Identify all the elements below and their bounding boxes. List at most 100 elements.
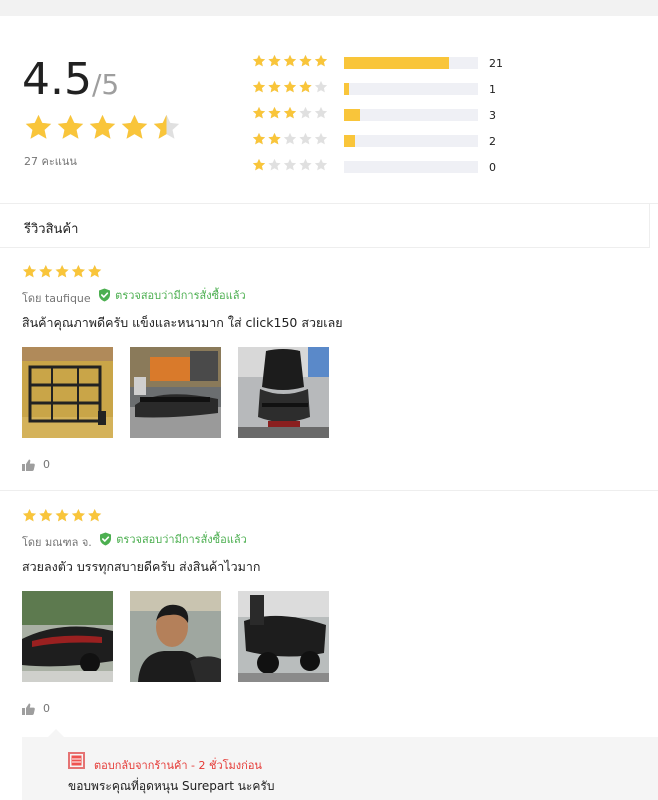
row-stars — [252, 158, 328, 171]
star-icon — [268, 106, 281, 119]
distribution-bar-fill — [344, 57, 449, 69]
star-icon — [121, 114, 148, 139]
verified-label: ตรวจสอบว่ามีการสั่งซื้อแล้ว — [116, 533, 247, 546]
reply-text: ขอบพระคุณที่อุดหนุน Surepart นะครับ — [68, 779, 275, 793]
reply-notch — [48, 729, 64, 737]
average-score: 4.5/5 — [22, 56, 119, 113]
star-icon — [89, 114, 116, 139]
star-icon — [314, 106, 328, 119]
seller-reply: ตอบกลับจากร้านค้า - 2 ชั่วโมงก่อน ขอบพระ… — [22, 729, 658, 800]
star-icon — [252, 158, 266, 171]
star-icon — [299, 132, 312, 145]
row-stars — [252, 80, 328, 93]
distribution-bar — [344, 83, 478, 95]
review-image-motorbike-side[interactable] — [22, 591, 113, 682]
distribution-row-3[interactable]: 3 — [252, 106, 512, 132]
thumbs-up-icon — [22, 459, 35, 471]
ratings-reviews-card: 4.5/5 27 คะแนน 21 1 3 2 0 รีวิวสินค้า โด… — [0, 16, 658, 800]
verified-purchase: ตรวจสอบว่ามีการสั่งซื้อแล้ว — [98, 286, 246, 304]
distribution-row-4[interactable]: 1 — [252, 80, 512, 106]
star-icon — [314, 158, 328, 171]
distribution-bar-fill — [344, 83, 350, 95]
star-icon — [299, 106, 312, 119]
like-count: 0 — [43, 702, 50, 715]
shield-check-icon — [99, 288, 111, 302]
thumbs-up-icon — [22, 703, 35, 715]
shop-icon — [68, 752, 85, 769]
distribution-count: 2 — [489, 135, 496, 148]
star-icon — [299, 80, 312, 93]
star-icon — [71, 264, 85, 278]
distribution-count: 1 — [489, 83, 496, 96]
distribution-count: 0 — [489, 161, 496, 174]
review-text: สวยลงตัว บรรทุกสบายดีครับ ส่งสินค้าไวมาก — [22, 559, 261, 574]
star-icon — [252, 80, 266, 93]
star-icon — [268, 158, 281, 171]
distribution-bar — [344, 57, 478, 69]
row-stars — [252, 54, 328, 67]
star-icon — [88, 508, 102, 522]
reviews-section-title: รีวิวสินค้า — [24, 222, 79, 237]
reviews-section-header: รีวิวสินค้า — [0, 204, 650, 248]
review-stars — [22, 508, 102, 522]
star-icon — [88, 264, 102, 278]
star-icon — [268, 80, 281, 93]
star-icon — [22, 264, 37, 278]
review-image-motorbike-rack[interactable] — [130, 347, 221, 438]
star-icon — [55, 508, 69, 522]
star-icon — [55, 264, 69, 278]
shield-check-icon — [100, 532, 112, 546]
page-top-band — [0, 0, 658, 16]
rating-summary: 4.5/5 27 คะแนน 21 1 3 2 0 — [0, 16, 658, 204]
star-icon — [268, 132, 281, 145]
star-icon — [57, 114, 84, 139]
star-icon — [268, 54, 281, 67]
star-icon — [283, 106, 297, 119]
star-icon — [283, 132, 297, 145]
distribution-bar — [344, 161, 478, 173]
star-icon — [299, 158, 312, 171]
star-icon — [314, 132, 328, 145]
distribution-count: 3 — [489, 109, 496, 122]
distribution-bar — [344, 135, 478, 147]
star-icon — [283, 54, 297, 67]
distribution-row-2[interactable]: 2 — [252, 132, 512, 158]
review-image-motorbike-rear[interactable] — [238, 347, 329, 438]
star-icon — [283, 80, 297, 93]
star-icon — [314, 54, 328, 67]
distribution-row-1[interactable]: 0 — [252, 158, 512, 184]
row-stars — [252, 106, 328, 119]
like-button[interactable]: 0 — [22, 458, 50, 471]
average-score-value: 4.5 — [22, 54, 92, 105]
average-score-max: /5 — [91, 68, 120, 101]
distribution-bar-fill — [344, 109, 361, 121]
star-icon — [39, 508, 53, 522]
star-icon — [252, 132, 266, 145]
row-stars — [252, 132, 328, 145]
review-image-motorbike-parked[interactable] — [238, 591, 329, 682]
rating-count: 27 คะแนน — [24, 155, 77, 168]
star-icon — [153, 114, 180, 139]
star-icon — [299, 54, 312, 67]
star-icon — [283, 158, 297, 171]
verified-label: ตรวจสอบว่ามีการสั่งซื้อแล้ว — [115, 289, 246, 302]
like-count: 0 — [43, 458, 50, 471]
reply-meta: ตอบกลับจากร้านค้า - 2 ชั่วโมงก่อน — [94, 759, 262, 772]
review-text: สินค้าคุณภาพดีครับ แข็งและหนามาก ใส่ cli… — [22, 315, 343, 330]
review-image-rack[interactable] — [22, 347, 113, 438]
star-icon — [314, 80, 328, 93]
distribution-bar-fill — [344, 135, 355, 147]
review-image-customer[interactable] — [130, 591, 221, 682]
star-icon — [252, 54, 266, 67]
review-stars — [22, 264, 102, 278]
distribution-row-5[interactable]: 21 — [252, 54, 512, 80]
review-item: โดย มณฑล จ. ตรวจสอบว่ามีการสั่งซื้อแล้ว … — [0, 492, 658, 800]
star-icon — [25, 114, 52, 139]
verified-purchase: ตรวจสอบว่ามีการสั่งซื้อแล้ว — [99, 530, 247, 548]
distribution-count: 21 — [489, 57, 503, 70]
star-icon — [71, 508, 85, 522]
like-button[interactable]: 0 — [22, 702, 50, 715]
review-item: โดย taufique ตรวจสอบว่ามีการสั่งซื้อแล้ว… — [0, 248, 658, 491]
rating-distribution: 21 1 3 2 0 — [252, 54, 512, 184]
star-icon — [39, 264, 53, 278]
